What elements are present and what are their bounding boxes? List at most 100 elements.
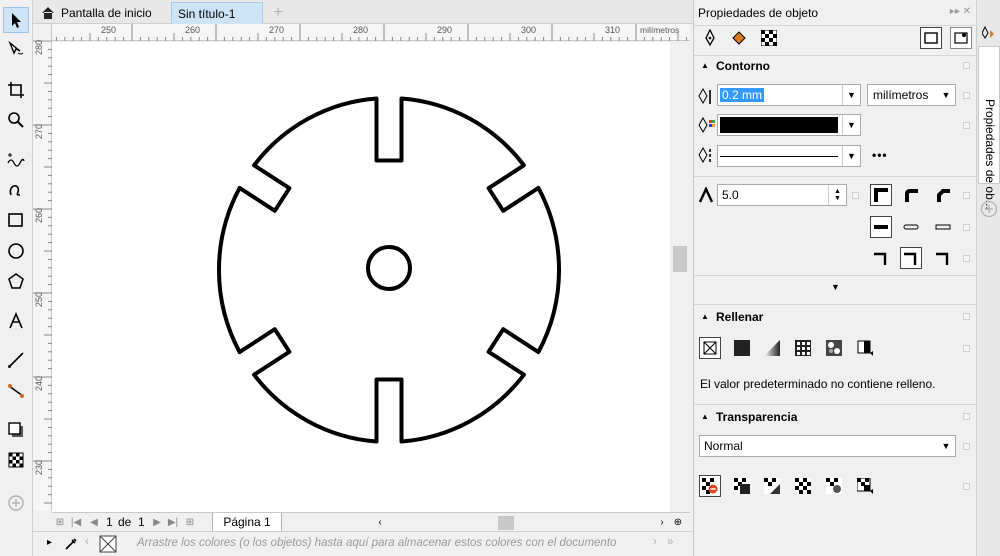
properties-tab-icon[interactable] bbox=[982, 26, 996, 44]
outline-width-input[interactable]: 0.2 mm ▼ bbox=[717, 84, 861, 106]
no-fill-icon[interactable] bbox=[699, 337, 721, 359]
postscript-transparency-icon[interactable] bbox=[854, 475, 876, 497]
no-color-swatch-icon[interactable] bbox=[99, 535, 117, 553]
last-page-icon[interactable]: ▶| bbox=[167, 516, 179, 528]
drop-shadow-tool-icon[interactable] bbox=[3, 417, 29, 443]
option-pin-icon[interactable] bbox=[963, 192, 970, 199]
prev-page-icon[interactable]: ◀ bbox=[88, 516, 100, 528]
option-pin-icon[interactable] bbox=[963, 345, 970, 352]
transparency-tool-icon[interactable] bbox=[3, 447, 29, 473]
uniform-transparency-icon[interactable] bbox=[731, 475, 753, 497]
outline-units-select[interactable]: milímetros ▼ bbox=[867, 84, 956, 106]
fountain-fill-icon[interactable] bbox=[761, 337, 783, 359]
line-style-select[interactable]: ▼ bbox=[717, 145, 861, 167]
center-position-icon[interactable] bbox=[900, 247, 922, 269]
center-hole[interactable] bbox=[366, 245, 412, 291]
ruler-corner[interactable] bbox=[33, 24, 52, 41]
bevel-join-icon[interactable] bbox=[932, 184, 954, 206]
outline-color-picker[interactable]: ▼ bbox=[717, 114, 861, 136]
vertical-scroll-thumb[interactable] bbox=[673, 246, 687, 272]
palette-expand-icon[interactable]: » bbox=[667, 536, 673, 548]
transparency-checker-icon[interactable] bbox=[758, 27, 780, 49]
outside-position-icon[interactable] bbox=[870, 247, 892, 269]
transparency-section-header[interactable]: ▲ Transparencia bbox=[694, 404, 977, 428]
freehand-tool-icon[interactable] bbox=[3, 146, 29, 172]
texture-transparency-icon[interactable] bbox=[823, 475, 845, 497]
add-page-before-icon[interactable]: ⊞ bbox=[54, 516, 66, 528]
fill-bucket-icon[interactable] bbox=[728, 27, 750, 49]
expand-more-button[interactable]: ▼ bbox=[694, 275, 977, 297]
scroll-left-icon[interactable]: ‹ bbox=[374, 516, 386, 528]
line-style-settings-icon[interactable]: ••• bbox=[872, 148, 888, 162]
uniform-fill-icon[interactable] bbox=[731, 337, 753, 359]
add-page-after-icon[interactable]: ⊞ bbox=[184, 516, 196, 528]
chevron-down-icon[interactable]: ▼ bbox=[842, 115, 860, 135]
vertical-ruler[interactable]: 280 270 260 250 240 230 bbox=[33, 40, 52, 511]
artistic-media-icon[interactable] bbox=[3, 176, 29, 202]
connector-tool-icon[interactable] bbox=[3, 378, 29, 404]
miter-limit-input[interactable]: 5.0 ▲ ▼ bbox=[717, 184, 847, 206]
text-tool-icon[interactable] bbox=[3, 308, 29, 334]
polygon-tool-icon[interactable] bbox=[3, 268, 29, 294]
shape-tool-icon[interactable] bbox=[3, 36, 29, 62]
vertical-scrollbar[interactable] bbox=[670, 42, 690, 512]
tab-document[interactable]: Sin título-1 bbox=[171, 2, 263, 24]
frame-view-icon[interactable] bbox=[920, 27, 942, 49]
round-cap-icon[interactable] bbox=[900, 216, 922, 238]
dimension-tool-icon[interactable] bbox=[3, 347, 29, 373]
miter-join-icon[interactable] bbox=[870, 184, 892, 206]
new-tab-button[interactable]: + bbox=[267, 2, 289, 24]
option-pin-icon[interactable] bbox=[963, 224, 970, 231]
outline-pen-icon[interactable] bbox=[699, 27, 721, 49]
pattern-fill-icon[interactable] bbox=[792, 337, 814, 359]
add-tool-icon[interactable] bbox=[3, 490, 29, 516]
palette-scroll-right-icon[interactable]: › bbox=[653, 536, 657, 548]
pointer-tool-icon[interactable] bbox=[3, 7, 29, 33]
horizontal-scroll-thumb[interactable] bbox=[498, 516, 514, 530]
chevron-down-icon[interactable]: ▼ bbox=[842, 146, 860, 166]
spinner-icon[interactable]: ▲ ▼ bbox=[828, 185, 846, 205]
horizontal-ruler[interactable]: 250 260 270 280 290 300 310 milímetros bbox=[52, 24, 690, 41]
fountain-transparency-icon[interactable] bbox=[761, 475, 783, 497]
eyedropper-icon[interactable] bbox=[63, 536, 79, 552]
option-pin-icon[interactable] bbox=[963, 483, 970, 490]
extended-cap-icon[interactable] bbox=[932, 216, 954, 238]
page-tab[interactable]: Página 1 bbox=[212, 513, 282, 532]
section-options-icon[interactable] bbox=[963, 413, 970, 420]
postscript-fill-icon[interactable] bbox=[854, 337, 876, 359]
zoom-navigator-icon[interactable]: ⊕ bbox=[672, 516, 684, 528]
pattern-transparency-icon[interactable] bbox=[792, 475, 814, 497]
option-pin-icon[interactable] bbox=[963, 92, 970, 99]
docker-collapse-icon[interactable]: ▸▸ ✕ bbox=[950, 6, 971, 17]
option-pin-icon[interactable] bbox=[963, 255, 970, 262]
outline-section-header[interactable]: ▲ Contorno bbox=[694, 55, 977, 75]
add-docker-icon[interactable] bbox=[980, 200, 998, 218]
square-cap-icon[interactable] bbox=[870, 216, 892, 238]
document-palette-bar[interactable]: ▸ ‹ Arrastre los colores (o los objetos)… bbox=[33, 531, 693, 556]
inside-position-icon[interactable] bbox=[932, 247, 954, 269]
crop-tool-icon[interactable] bbox=[3, 77, 29, 103]
texture-fill-icon[interactable] bbox=[823, 337, 845, 359]
no-transparency-icon[interactable] bbox=[699, 475, 721, 497]
option-pin-icon[interactable] bbox=[852, 192, 859, 199]
page-view-icon[interactable] bbox=[950, 27, 972, 49]
scroll-right-icon[interactable]: › bbox=[656, 516, 668, 528]
merge-mode-select[interactable]: Normal ▼ bbox=[699, 435, 956, 457]
next-page-icon[interactable]: ▶ bbox=[151, 516, 163, 528]
rectangle-tool-icon[interactable] bbox=[3, 207, 29, 233]
tab-home[interactable]: Pantalla de inicio bbox=[35, 2, 167, 24]
chevron-down-icon[interactable]: ▼ bbox=[937, 436, 955, 456]
fill-section-header[interactable]: ▲ Rellenar bbox=[694, 304, 977, 328]
option-pin-icon[interactable] bbox=[963, 443, 970, 450]
first-page-icon[interactable]: |◀ bbox=[70, 516, 82, 528]
round-join-icon[interactable] bbox=[900, 184, 922, 206]
chevron-down-icon[interactable]: ▼ bbox=[842, 85, 860, 105]
gear-shape[interactable] bbox=[52, 42, 670, 512]
chevron-down-icon[interactable]: ▼ bbox=[937, 85, 955, 105]
palette-menu-icon[interactable]: ▸ bbox=[47, 537, 52, 548]
option-pin-icon[interactable] bbox=[963, 122, 970, 129]
tab-object-properties[interactable]: Propiedades de ob... bbox=[978, 46, 1000, 210]
ellipse-tool-icon[interactable] bbox=[3, 238, 29, 264]
zoom-tool-icon[interactable] bbox=[3, 107, 29, 133]
section-options-icon[interactable] bbox=[963, 313, 970, 320]
